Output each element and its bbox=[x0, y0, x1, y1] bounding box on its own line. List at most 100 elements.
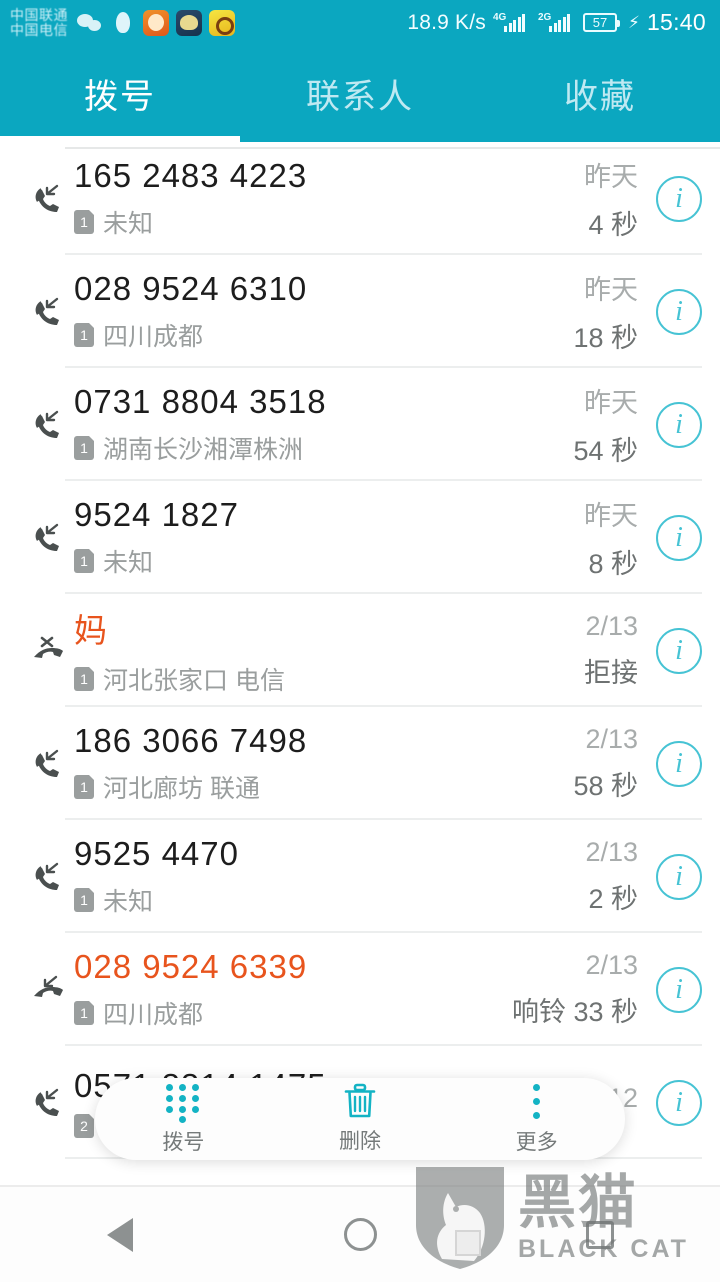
call-date: 昨天 bbox=[584, 388, 638, 418]
call-number: 9525 4470 bbox=[74, 835, 239, 872]
call-duration: 58 秒 bbox=[573, 771, 638, 801]
call-duration: 响铃 33 秒 bbox=[511, 997, 638, 1027]
battery-icon: 57 bbox=[583, 13, 620, 32]
call-details-button[interactable]: i bbox=[656, 175, 702, 222]
call-meta: 2/13 拒接 bbox=[584, 611, 638, 690]
sim-badge: 1 bbox=[74, 323, 94, 347]
status-bar: 中国联通 中国电信 18.9 K/s 4G 2G 57 ⚡ 15:40 bbox=[0, 0, 720, 45]
call-log-row[interactable]: 9525 4470 1 未知 2/13 2 秒 i bbox=[0, 820, 720, 933]
call-details-button[interactable]: i bbox=[656, 514, 702, 561]
call-date: 昨天 bbox=[584, 501, 638, 531]
app-icon-1 bbox=[143, 9, 169, 36]
call-type-incoming-icon bbox=[30, 746, 66, 782]
sim-badge: 1 bbox=[74, 549, 94, 573]
tab-favorites-label: 收藏 bbox=[564, 78, 636, 116]
call-meta: 昨天 54 秒 bbox=[573, 381, 638, 468]
call-log-row[interactable]: 165 2483 4223 1 未知 昨天 4 秒 i bbox=[0, 142, 720, 255]
call-date: 2/13 bbox=[585, 950, 638, 980]
call-location: 四川成都 bbox=[103, 323, 204, 351]
call-duration: 18 秒 bbox=[573, 323, 638, 353]
qq-icon bbox=[110, 10, 136, 36]
call-number: 9524 1827 bbox=[74, 496, 239, 533]
call-duration: 拒接 bbox=[584, 658, 638, 688]
call-type-incoming-icon bbox=[30, 520, 66, 556]
delete-button-label: 删除 bbox=[339, 1130, 381, 1153]
carrier-secondary: 中国电信 bbox=[10, 21, 68, 38]
more-button-label: 更多 bbox=[515, 1131, 558, 1154]
phone-screen: 中国联通 中国电信 18.9 K/s 4G 2G 57 ⚡ 15:40 拨号 联… bbox=[0, 0, 720, 1282]
battery-level-text: 57 bbox=[592, 15, 608, 30]
call-location: 湖南长沙湘潭株洲 bbox=[103, 436, 304, 464]
call-row-subtitle: 1 四川成都 bbox=[74, 995, 500, 1031]
call-type-missed-icon bbox=[30, 972, 66, 1008]
sim-badge: 1 bbox=[74, 1001, 94, 1025]
wechat-icon bbox=[77, 10, 103, 36]
call-row-subtitle: 1 湖南长沙湘潭株洲 bbox=[74, 430, 561, 466]
more-button[interactable]: 更多 bbox=[448, 1082, 625, 1156]
tab-bar: 拨号 联系人 收藏 bbox=[0, 45, 720, 142]
call-row-main: 165 2483 4223 1 未知 bbox=[74, 157, 572, 240]
nav-back-button[interactable] bbox=[0, 1217, 240, 1252]
call-number: 028 9524 6339 bbox=[74, 948, 308, 985]
call-details-button[interactable]: i bbox=[656, 288, 702, 335]
call-row-main: 0731 8804 3518 1 湖南长沙湘潭株洲 bbox=[74, 383, 561, 466]
call-location: 未知 bbox=[103, 210, 154, 238]
tab-dialer-label: 拨号 bbox=[84, 78, 156, 116]
signal-generation-label-1: 4G bbox=[493, 11, 507, 23]
call-log-row[interactable]: 妈 1 河北张家口 电信 2/13 拒接 i bbox=[0, 594, 720, 707]
call-log-row[interactable]: 028 9524 6310 1 四川成都 昨天 18 秒 i bbox=[0, 255, 720, 368]
call-duration: 4 秒 bbox=[588, 210, 638, 240]
call-row-main: 028 9524 6339 1 四川成都 bbox=[74, 948, 500, 1031]
call-details-button[interactable]: i bbox=[656, 1079, 702, 1126]
call-meta: 2/13 响铃 33 秒 bbox=[512, 950, 638, 1029]
call-log-list[interactable]: 165 2483 4223 1 未知 昨天 4 秒 i 028 9524 6310 1 四川成都… bbox=[0, 142, 720, 1185]
call-type-incoming-icon bbox=[30, 1085, 66, 1121]
call-row-subtitle: 1 河北廊坊 联通 bbox=[74, 769, 561, 805]
call-type-incoming-icon bbox=[30, 407, 66, 443]
call-details-button[interactable]: i bbox=[656, 966, 702, 1013]
call-location: 四川成都 bbox=[103, 1001, 204, 1029]
nav-home-button[interactable] bbox=[240, 1218, 480, 1251]
call-row-subtitle: 1 未知 bbox=[74, 204, 572, 240]
call-location: 未知 bbox=[103, 888, 154, 916]
more-vertical-icon bbox=[533, 1082, 541, 1120]
carrier-labels: 中国联通 中国电信 bbox=[10, 8, 68, 37]
call-number: 妈 bbox=[74, 612, 108, 649]
call-details-button[interactable]: i bbox=[656, 401, 702, 448]
call-date: 昨天 bbox=[584, 275, 638, 305]
call-type-incoming-icon bbox=[30, 859, 66, 895]
call-meta: 昨天 4 秒 bbox=[584, 155, 638, 242]
call-row-subtitle: 1 未知 bbox=[74, 882, 573, 918]
call-log-row[interactable]: 9524 1827 1 未知 昨天 8 秒 i bbox=[0, 481, 720, 594]
tab-dialer[interactable]: 拨号 bbox=[0, 45, 240, 142]
tab-contacts[interactable]: 联系人 bbox=[240, 45, 480, 142]
call-location: 河北廊坊 联通 bbox=[103, 775, 260, 803]
call-details-button[interactable]: i bbox=[656, 740, 702, 787]
call-log-row[interactable]: 028 9524 6339 1 四川成都 2/13 响铃 33 秒 i bbox=[0, 933, 720, 1046]
recents-icon bbox=[586, 1220, 614, 1249]
call-log-row[interactable]: 0731 8804 3518 1 湖南长沙湘潭株洲 昨天 54 秒 i bbox=[0, 368, 720, 481]
call-duration: 8 秒 bbox=[588, 549, 638, 579]
sim-badge: 1 bbox=[74, 667, 94, 691]
tab-favorites[interactable]: 收藏 bbox=[480, 45, 720, 142]
dialpad-button[interactable]: 拨号 bbox=[95, 1082, 272, 1156]
sim-badge: 1 bbox=[74, 210, 94, 234]
weibo-icon bbox=[209, 9, 235, 36]
call-details-button[interactable]: i bbox=[656, 853, 702, 900]
call-row-subtitle: 1 四川成都 bbox=[74, 317, 561, 353]
call-details-button[interactable]: i bbox=[656, 627, 702, 674]
call-row-main: 9524 1827 1 未知 bbox=[74, 496, 572, 579]
call-log-row[interactable]: 186 3066 7498 1 河北廊坊 联通 2/13 58 秒 i bbox=[0, 707, 720, 820]
signal-generation-label-2: 2G bbox=[538, 11, 552, 23]
tab-contacts-label: 联系人 bbox=[306, 78, 414, 116]
sim-badge: 1 bbox=[74, 775, 94, 799]
delete-button[interactable]: 删除 bbox=[272, 1083, 449, 1155]
charging-bolt-icon: ⚡ bbox=[628, 12, 640, 32]
call-date: 昨天 bbox=[584, 162, 638, 192]
nav-recents-button[interactable] bbox=[480, 1220, 720, 1249]
home-icon bbox=[343, 1218, 377, 1251]
call-duration: 54 秒 bbox=[573, 436, 638, 466]
call-row-main: 9525 4470 1 未知 bbox=[74, 835, 573, 918]
call-type-incoming-icon bbox=[30, 294, 66, 330]
call-number: 028 9524 6310 bbox=[74, 270, 308, 307]
